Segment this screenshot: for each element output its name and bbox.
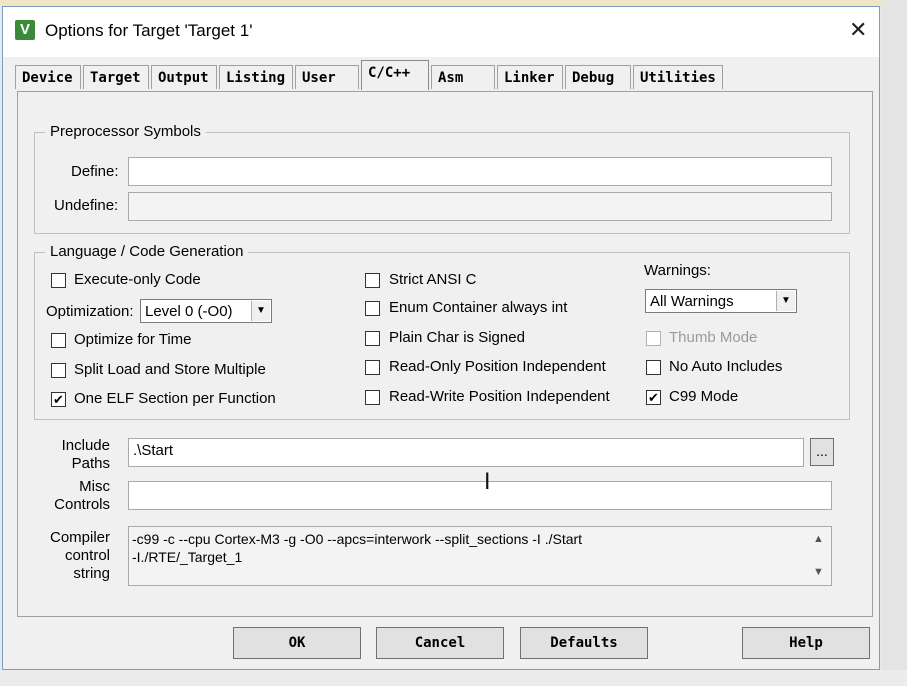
include-paths-label-2: Paths xyxy=(71,455,110,472)
warnings-value: All Warnings xyxy=(650,293,734,310)
enum-container-label: Enum Container always int xyxy=(389,299,568,316)
options-dialog: V Options for Target 'Target 1' ✕ Device… xyxy=(2,6,880,670)
ok-button[interactable]: OK xyxy=(233,627,361,659)
chevron-down-icon: ▼ xyxy=(776,291,795,311)
tab-debug[interactable]: Debug xyxy=(565,65,631,89)
preprocessor-group-label: Preprocessor Symbols xyxy=(45,123,206,140)
execute-only-checkbox[interactable] xyxy=(51,273,66,288)
tab-target[interactable]: Target xyxy=(83,65,149,89)
no-auto-includes-checkbox[interactable] xyxy=(646,360,661,375)
tab-output[interactable]: Output xyxy=(151,65,217,89)
compiler-string-textarea[interactable]: -c99 -c --cpu Cortex-M3 -g -O0 --apcs=in… xyxy=(128,526,832,586)
tab-user[interactable]: User xyxy=(295,65,359,89)
warnings-label: Warnings: xyxy=(644,262,711,279)
tab-asm[interactable]: Asm xyxy=(431,65,495,89)
keil-v-icon: V xyxy=(15,20,35,40)
plain-char-checkbox[interactable] xyxy=(365,331,380,346)
defaults-button[interactable]: Defaults xyxy=(520,627,648,659)
one-elf-label: One ELF Section per Function xyxy=(74,390,276,407)
enum-container-checkbox[interactable] xyxy=(365,301,380,316)
plain-char-label: Plain Char is Signed xyxy=(389,329,525,346)
undefine-label: Undefine: xyxy=(54,197,119,214)
compiler-string-label-2: control xyxy=(64,547,110,564)
optimize-time-checkbox[interactable] xyxy=(51,333,66,348)
tab-utilities[interactable]: Utilities xyxy=(633,65,723,89)
misc-controls-label-2: Controls xyxy=(54,496,110,513)
c99-mode-checkbox[interactable]: ✔ xyxy=(646,390,661,405)
ro-pos-checkbox[interactable] xyxy=(365,360,380,375)
cancel-button[interactable]: Cancel xyxy=(376,627,504,659)
compiler-string-label-3: string xyxy=(73,565,110,582)
close-icon[interactable]: ✕ xyxy=(849,17,867,43)
cc-tab-panel: Preprocessor Symbols Define: Undefine: L… xyxy=(17,91,873,617)
tab-cc[interactable]: C/C++ xyxy=(361,60,429,90)
tab-listing[interactable]: Listing xyxy=(219,65,293,89)
split-load-label: Split Load and Store Multiple xyxy=(74,361,266,378)
codegen-group-label: Language / Code Generation xyxy=(45,243,249,260)
help-button[interactable]: Help xyxy=(742,627,870,659)
ibeam-cursor-icon: I xyxy=(484,470,491,495)
define-input[interactable] xyxy=(128,157,832,186)
background-bottom xyxy=(0,670,907,686)
optimize-time-label: Optimize for Time xyxy=(74,331,192,348)
rw-pos-checkbox[interactable] xyxy=(365,390,380,405)
tab-device[interactable]: Device xyxy=(15,65,81,89)
chevron-down-icon: ▼ xyxy=(251,301,270,321)
split-load-checkbox[interactable] xyxy=(51,363,66,378)
optimization-select[interactable]: Level 0 (-O0) ▼ xyxy=(140,299,272,323)
warnings-select[interactable]: All Warnings ▼ xyxy=(645,289,797,313)
rw-pos-label: Read-Write Position Independent xyxy=(389,388,610,405)
optimization-label: Optimization: xyxy=(46,303,134,320)
misc-controls-label-1: Misc xyxy=(79,478,110,495)
compiler-string-line-1: -c99 -c --cpu Cortex-M3 -g -O0 --apcs=in… xyxy=(132,531,583,547)
compiler-string-label-1: Compiler xyxy=(49,529,110,546)
scroll-up-icon[interactable]: ▲ xyxy=(813,533,824,545)
optimization-value: Level 0 (-O0) xyxy=(145,303,233,320)
misc-controls-input[interactable] xyxy=(128,481,832,510)
ro-pos-label: Read-Only Position Independent xyxy=(389,358,606,375)
execute-only-label: Execute-only Code xyxy=(74,271,201,288)
scroll-down-icon[interactable]: ▼ xyxy=(813,566,824,578)
window-title: Options for Target 'Target 1' xyxy=(45,21,253,40)
define-label: Define: xyxy=(71,163,119,180)
include-paths-browse-button[interactable]: ... xyxy=(810,438,834,466)
include-paths-input[interactable]: .\Start xyxy=(128,438,804,467)
strict-ansi-label: Strict ANSI C xyxy=(389,271,477,288)
compiler-string-line-2: -I./RTE/_Target_1 xyxy=(132,549,243,565)
undefine-input[interactable] xyxy=(128,192,832,221)
strict-ansi-checkbox[interactable] xyxy=(365,273,380,288)
title-bar: V Options for Target 'Target 1' ✕ xyxy=(3,7,879,57)
background-editor-edge xyxy=(881,0,907,686)
one-elf-checkbox[interactable]: ✔ xyxy=(51,392,66,407)
thumb-mode-checkbox[interactable] xyxy=(646,331,661,346)
no-auto-includes-label: No Auto Includes xyxy=(669,358,783,375)
include-paths-label-1: Include xyxy=(61,437,110,454)
thumb-mode-label: Thumb Mode xyxy=(669,329,758,346)
tab-linker[interactable]: Linker xyxy=(497,65,563,89)
c99-mode-label: C99 Mode xyxy=(669,388,739,405)
